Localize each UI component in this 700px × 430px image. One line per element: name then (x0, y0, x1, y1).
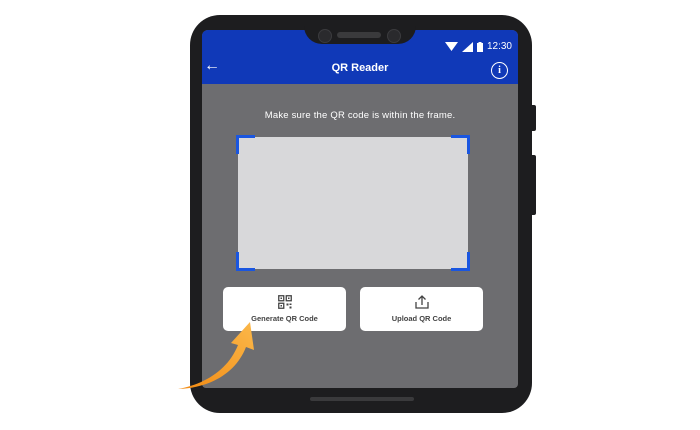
front-camera-right-icon (387, 29, 401, 43)
frame-corner-top-right (451, 135, 470, 154)
status-bar: 12:30 (444, 41, 512, 52)
battery-icon (476, 41, 483, 52)
upload-qr-code-button[interactable]: Upload QR Code (360, 287, 483, 331)
wifi-icon (444, 41, 458, 51)
generate-qr-code-label: Generate QR Code (251, 314, 318, 323)
frame-corner-bottom-right (451, 252, 470, 271)
frame-corner-top-left (236, 135, 255, 154)
upload-icon (414, 295, 429, 309)
frame-corner-bottom-left (236, 252, 255, 271)
qr-scan-frame (236, 135, 470, 271)
generate-qr-code-button[interactable]: Generate QR Code (223, 287, 346, 331)
info-icon[interactable]: i (491, 62, 508, 79)
scan-instruction: Make sure the QR code is within the fram… (264, 110, 456, 121)
home-indicator (310, 397, 414, 401)
front-camera-left-icon (318, 29, 332, 43)
signal-icon (461, 41, 473, 52)
earpiece-speaker (337, 32, 381, 38)
upload-qr-code-label: Upload QR Code (391, 314, 452, 323)
power-button (530, 105, 536, 131)
page-title: QR Reader (331, 62, 389, 74)
status-time: 12:30 (486, 41, 512, 52)
qr-code-icon (277, 295, 292, 309)
phone-screen: 12:30 ← QR Reader i Make sure the QR cod… (202, 30, 518, 388)
volume-button (530, 155, 536, 215)
